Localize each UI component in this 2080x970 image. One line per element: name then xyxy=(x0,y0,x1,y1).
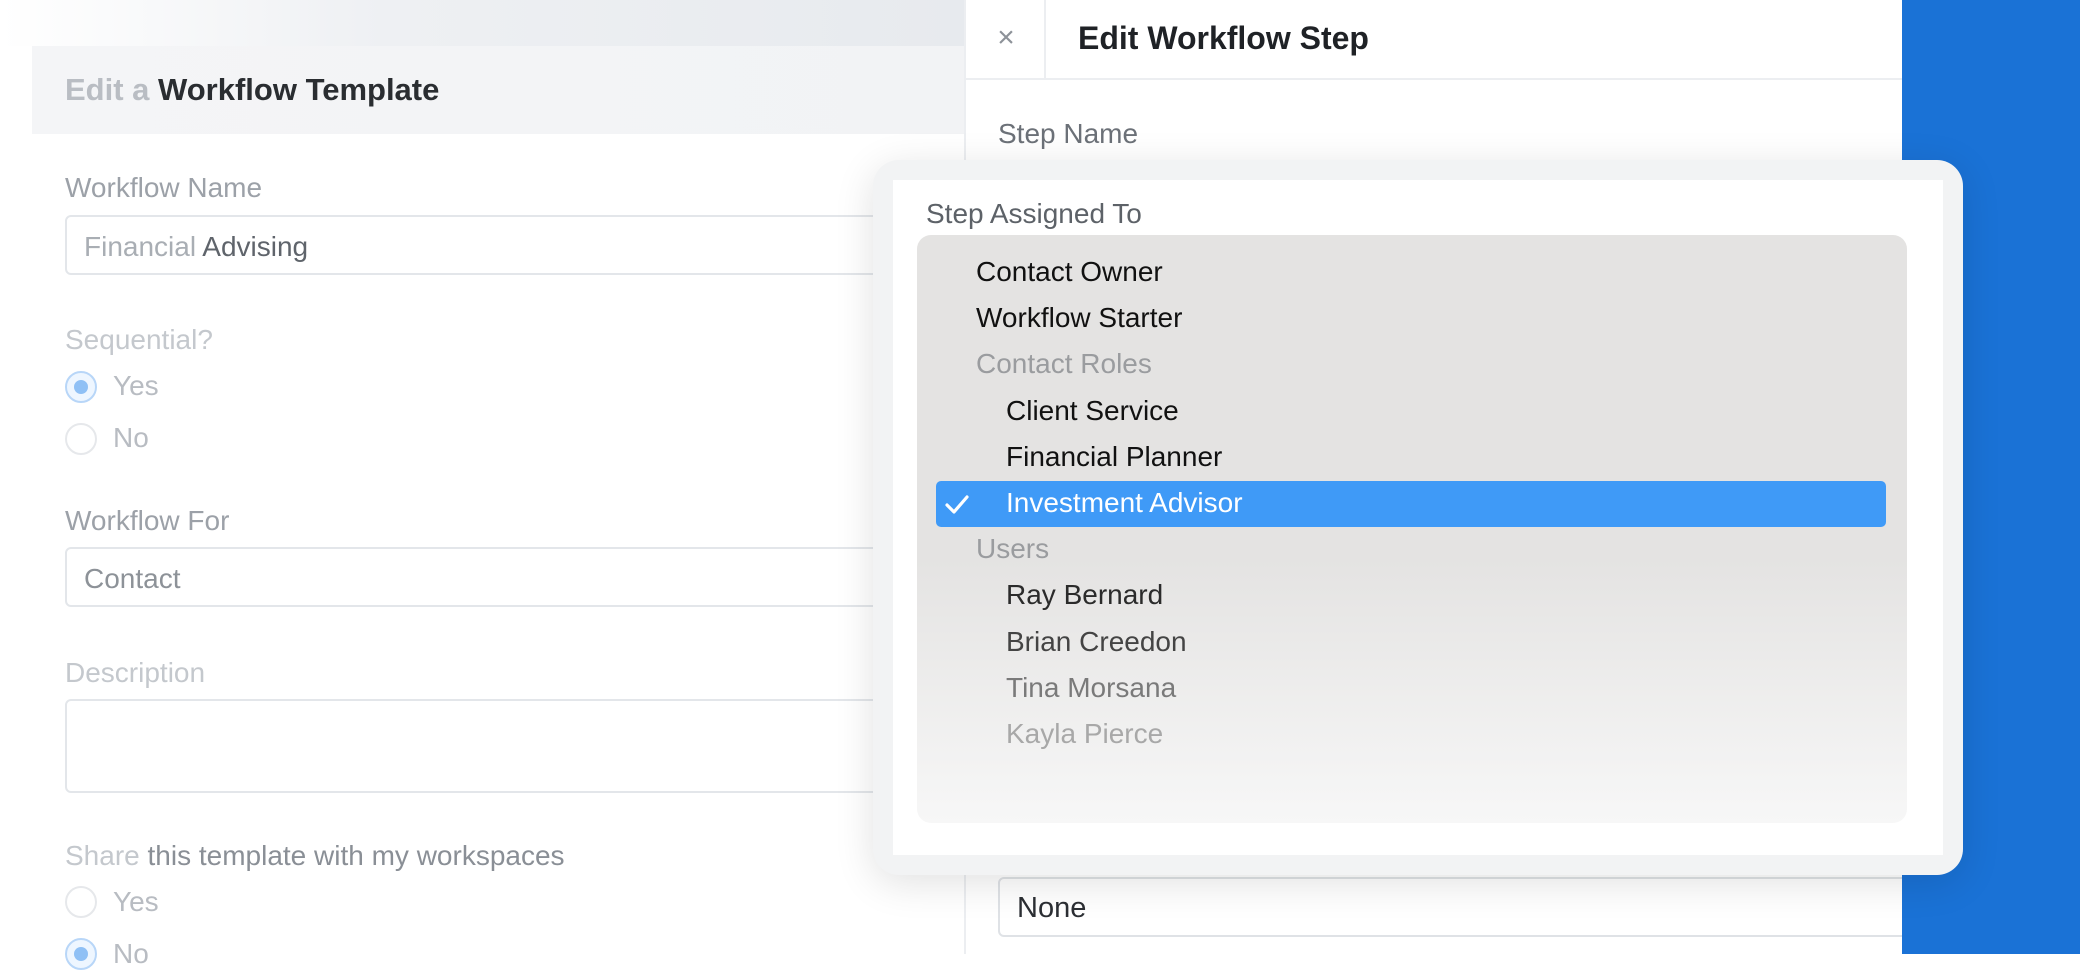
workflow-for-label: Workflow For xyxy=(65,505,230,536)
sequential-no-radio[interactable] xyxy=(65,423,97,455)
option-financial-planner[interactable]: Financial Planner xyxy=(917,435,1907,481)
description-textarea[interactable] xyxy=(65,699,985,793)
step-assigned-label: Step Assigned To xyxy=(926,198,1142,229)
workflow-for-value: Contact xyxy=(84,563,181,594)
option-label: Ray Bernard xyxy=(1006,579,1164,610)
bottom-select-value: None xyxy=(1017,892,1087,924)
option-label: Tina Morsana xyxy=(1006,672,1177,703)
step-assigned-popover: Step Assigned To Contact Owner Workflow S… xyxy=(873,160,1963,875)
share-no-radio[interactable] xyxy=(65,938,97,970)
share-yes-radio[interactable] xyxy=(65,886,97,918)
option-label: Contact Owner xyxy=(976,256,1163,287)
workflow-name-value-rest: Advising xyxy=(196,231,309,262)
step-name-label: Step Name xyxy=(998,118,1139,149)
workflow-for-select[interactable]: Contact xyxy=(65,547,985,607)
top-bar xyxy=(0,0,964,46)
sequential-label: Sequential? xyxy=(65,324,213,355)
assignee-listbox[interactable]: Contact Owner Workflow Starter Contact Rol… xyxy=(917,235,1907,823)
bottom-select[interactable]: None xyxy=(998,877,1928,937)
option-label: Brian Creedon xyxy=(1006,626,1187,657)
popover-content: Step Assigned To Contact Owner Workflow S… xyxy=(893,180,1943,855)
workflow-name-value: Financial Advising xyxy=(84,231,308,263)
sequential-yes-label: Yes xyxy=(113,370,159,401)
option-brian-creedon[interactable]: Brian Creedon xyxy=(917,620,1907,666)
option-tina-morsana[interactable]: Tina Morsana xyxy=(917,666,1907,712)
option-kayla-pierce[interactable]: Kayla Pierce xyxy=(917,712,1907,758)
panel-header: × Edit Workflow Step xyxy=(966,0,1902,80)
sequential-yes-radio[interactable] xyxy=(65,371,97,403)
check-icon xyxy=(945,495,969,514)
page-title-prefix: Edit a xyxy=(65,72,150,107)
option-group-users: Users xyxy=(917,527,1907,573)
option-label: Workflow Starter xyxy=(976,302,1183,333)
workflow-name-input[interactable]: Financial Advising xyxy=(65,215,985,275)
option-client-service[interactable]: Client Service xyxy=(917,389,1907,435)
workflow-name-label: Workflow Name xyxy=(65,172,263,203)
option-workflow-starter[interactable]: Workflow Starter xyxy=(917,296,1907,342)
option-group-contact-roles: Contact Roles xyxy=(917,342,1907,388)
share-no-label: No xyxy=(113,938,149,969)
option-label: Kayla Pierce xyxy=(1006,718,1164,749)
share-label: Share this template with my workspaces xyxy=(65,840,565,872)
workflow-name-value-prefix: Financial xyxy=(84,231,197,262)
option-label: Client Service xyxy=(1006,395,1179,426)
share-yes-label: Yes xyxy=(113,886,159,917)
page-title-main: Workflow Template xyxy=(158,72,440,107)
share-label-prefix: Share xyxy=(65,840,140,871)
option-label: Investment Advisor xyxy=(1006,487,1243,518)
option-label: Users xyxy=(976,533,1050,564)
page-title: Edit a Workflow Template xyxy=(65,72,439,108)
option-investment-advisor[interactable]: Investment Advisor xyxy=(936,481,1886,527)
option-label: Contact Roles xyxy=(976,348,1152,379)
sequential-no-label: No xyxy=(113,422,149,453)
share-label-rest: this template with my workspaces xyxy=(139,840,565,871)
close-button[interactable]: × xyxy=(966,0,1046,78)
workflow-template-form: Edit a Workflow Template Workflow Name F… xyxy=(0,0,985,970)
option-contact-owner[interactable]: Contact Owner xyxy=(917,250,1907,296)
close-icon: × xyxy=(997,21,1015,54)
description-label: Description xyxy=(65,657,206,688)
option-label: Financial Planner xyxy=(1006,441,1223,472)
option-ray-bernard[interactable]: Ray Bernard xyxy=(917,573,1907,619)
panel-title: Edit Workflow Step xyxy=(1078,20,1369,56)
